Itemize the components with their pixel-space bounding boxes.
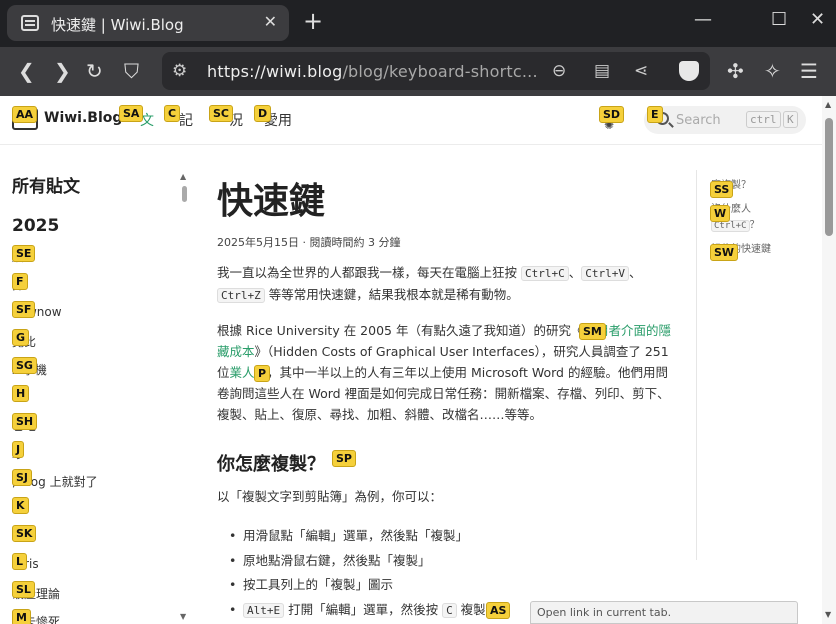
browser-tab-bar: 快速鍵 | Wiwi.Blog ✕ + — ☐ ✕ <box>0 0 836 47</box>
back-icon[interactable]: ❮ <box>18 59 35 83</box>
bookmark-icon[interactable]: ⛉ <box>124 59 139 83</box>
hint-badge[interactable]: SA <box>119 105 144 122</box>
search-shortcut-k: K <box>783 111 798 128</box>
search-shortcut-ctrl: ctrl <box>746 111 781 128</box>
paragraph-intro: 我一直以為全世界的人都跟我一樣，每天在電腦上狂按 Ctrl+C、 Ctrl+V 、C… <box>217 265 642 303</box>
window-close-icon[interactable]: ✕ <box>810 10 825 30</box>
post-list-sidebar: 所有貼文 2025 膜 抹 nownow 寬比 x 掌機 它吧 珍 ; blog… <box>0 146 192 624</box>
browser-toolbar: ❮ ❯ ↻ ⛉ ⚙ https://wiwi.blog/blog/keyboar… <box>0 47 836 96</box>
minimize-icon[interactable]: — <box>694 10 712 30</box>
nav-notes[interactable]: 記 <box>179 110 193 130</box>
hint-badge[interactable]: AA <box>12 106 38 123</box>
list-item: 原地點滑鼠右鍵，然後點「複製」 <box>229 549 669 574</box>
sidebar-scroll-down-icon[interactable]: ▼ <box>180 612 186 621</box>
sidebar-year: 2025 <box>12 216 60 236</box>
brave-shields-icon[interactable] <box>679 61 699 81</box>
page-scrollbar-thumb[interactable] <box>825 118 833 236</box>
tab-title: 快速鍵 | Wiwi.Blog <box>51 16 184 34</box>
hint-badge[interactable]: P <box>254 365 271 382</box>
hint-badge[interactable]: SM <box>579 323 606 340</box>
hint-badge[interactable]: SK <box>12 525 37 542</box>
reload-icon[interactable]: ↻ <box>86 59 103 83</box>
hint-badge[interactable]: SH <box>12 413 38 430</box>
hint-badge[interactable]: L <box>12 553 28 570</box>
hint-badge[interactable]: J <box>12 441 25 458</box>
scroll-down-icon[interactable]: ▼ <box>825 610 831 619</box>
page-viewport: Wiwi.Blog 文 記 況 愛用 ✺ Search ctrl K 所有貼文 … <box>0 96 836 624</box>
search-placeholder: Search <box>676 113 721 128</box>
hint-badge[interactable]: SW <box>710 244 739 261</box>
link-status-bubble: Open link in current tab. <box>530 601 798 624</box>
site-settings-icon[interactable]: ⚙ <box>172 60 187 82</box>
list-item: 按工具列上的「複製」圖示 <box>229 573 669 598</box>
hint-badge[interactable]: G <box>12 329 30 346</box>
sidebar-scrollbar-thumb[interactable] <box>182 186 187 202</box>
reader-mode-icon[interactable]: ▤ <box>594 60 610 82</box>
hint-badge[interactable]: F <box>12 273 28 290</box>
browser-tab[interactable]: 快速鍵 | Wiwi.Blog ✕ <box>7 5 289 41</box>
extensions-icon[interactable]: ✣ <box>727 59 744 83</box>
new-tab-button[interactable]: + <box>303 9 323 33</box>
hint-badge[interactable]: SJ <box>12 469 33 486</box>
hint-badge[interactable]: SF <box>12 301 36 318</box>
menu-icon[interactable]: ☰ <box>800 59 818 83</box>
hint-badge[interactable]: SG <box>12 357 37 374</box>
hint-badge[interactable]: W <box>710 205 731 222</box>
url-text[interactable]: https://wiwi.blog/blog/keyboard-shortc..… <box>207 62 538 81</box>
section-heading-copy: 你怎麼複製？ <box>217 454 325 475</box>
hint-badge[interactable]: C <box>164 105 181 122</box>
page-scrollbar[interactable]: ▲ ▼ <box>822 96 836 624</box>
hint-badge[interactable]: SP <box>332 450 356 467</box>
tab-close-icon[interactable]: ✕ <box>264 12 277 31</box>
leo-ai-icon[interactable]: ✧ <box>764 59 781 83</box>
hint-badge[interactable]: D <box>254 105 272 122</box>
site-brand[interactable]: Wiwi.Blog <box>44 110 122 126</box>
kbd-ctrl-v: Ctrl+V <box>581 266 629 281</box>
kbd-ctrl-z: Ctrl+Z <box>217 288 265 303</box>
hint-badge[interactable]: E <box>647 106 663 123</box>
address-bar[interactable]: ⚙ https://wiwi.blog/blog/keyboard-shortc… <box>162 52 710 90</box>
maximize-icon[interactable]: ☐ <box>771 10 787 30</box>
paragraph-copy-example: 以「複製文字到剪貼簿」為例，你可以： <box>217 489 443 504</box>
sidebar-scroll-up-icon[interactable]: ▲ <box>180 172 186 181</box>
list-item: 用滑鼠點「編輯」選單，然後點「複製」 <box>229 524 669 549</box>
article-meta: 2025年5月15日 · 閱讀時間約 3 分鐘 <box>217 236 401 249</box>
hint-badge[interactable]: SC <box>209 105 233 122</box>
kbd-ctrl-c: Ctrl+C <box>520 266 569 281</box>
scroll-up-icon[interactable]: ▲ <box>825 100 831 109</box>
search-button[interactable]: Search ctrl K <box>644 106 806 134</box>
blog-favicon-icon <box>21 15 39 31</box>
kbd-c: C <box>442 602 457 618</box>
hint-badge[interactable]: K <box>12 497 29 514</box>
share-icon[interactable]: ⋖ <box>634 60 648 82</box>
kbd-alt-e: Alt+E <box>243 602 285 618</box>
article-title: 快速鍵 <box>217 181 326 222</box>
zoom-icon[interactable]: ⊖ <box>552 60 566 82</box>
table-of-contents: 麼複製？ 沒什麼人Ctrl+C？ 記住的快速鍵 <box>696 170 816 560</box>
hint-badge[interactable]: M <box>12 609 31 624</box>
hint-badge[interactable]: SS <box>710 181 734 198</box>
hint-badge[interactable]: AS <box>486 602 511 619</box>
sidebar-title: 所有貼文 <box>12 177 80 197</box>
hint-badge[interactable]: H <box>12 385 30 402</box>
forward-icon[interactable]: ❯ <box>54 59 71 83</box>
hint-badge[interactable]: SL <box>12 581 35 598</box>
hint-badge[interactable]: SE <box>12 245 36 262</box>
hint-badge[interactable]: SD <box>599 106 625 123</box>
